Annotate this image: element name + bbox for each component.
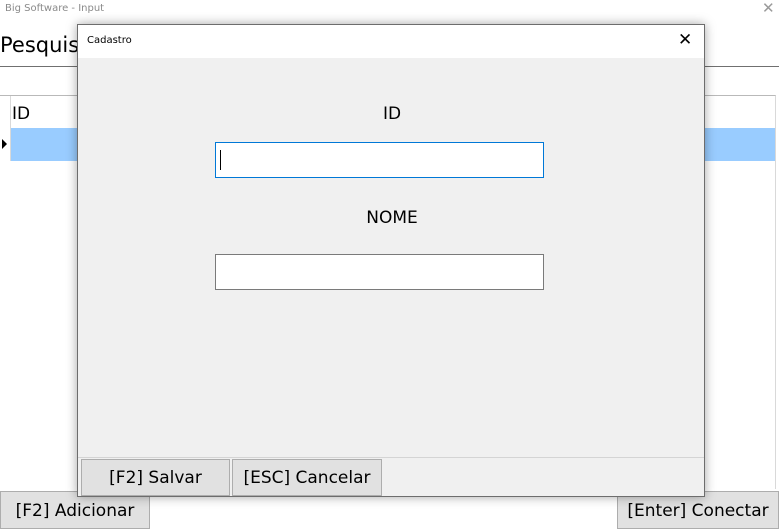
- dialog-close-icon[interactable]: ✕: [678, 30, 692, 50]
- dialog-divider: [78, 457, 704, 458]
- nome-label: NOME: [366, 208, 418, 228]
- column-header-id[interactable]: ID: [12, 104, 30, 124]
- cadastro-dialog: Cadastro ✕ ID NOME [F2] Salvar [ESC] Can…: [77, 24, 705, 497]
- id-label: ID: [382, 104, 402, 124]
- id-field[interactable]: [215, 142, 544, 178]
- window-close-icon[interactable]: ✕: [762, 0, 775, 17]
- search-label: Pesquis: [0, 33, 80, 57]
- current-row-arrow-icon: [2, 139, 7, 149]
- dialog-title: Cadastro: [87, 35, 132, 46]
- text-caret: [220, 150, 221, 170]
- nome-field[interactable]: [215, 254, 544, 290]
- row-header[interactable]: [0, 128, 11, 161]
- window-title: Big Software - Input: [5, 3, 105, 14]
- dialog-titlebar[interactable]: Cadastro ✕: [78, 25, 704, 58]
- cancel-button[interactable]: [ESC] Cancelar: [232, 459, 382, 496]
- row-header-corner: [0, 96, 11, 128]
- save-button[interactable]: [F2] Salvar: [81, 459, 230, 496]
